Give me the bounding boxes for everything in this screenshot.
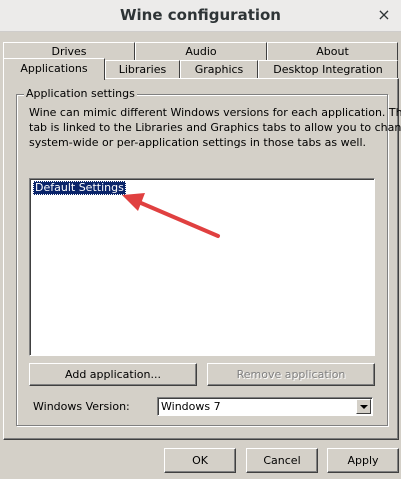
list-item-default-settings[interactable]: Default Settings xyxy=(33,181,126,195)
tab-graphics[interactable]: Graphics xyxy=(180,60,258,78)
description-text: Wine can mimic different Windows version… xyxy=(29,105,401,150)
title-bar: Wine configuration × xyxy=(0,0,401,32)
tab-audio[interactable]: Audio xyxy=(135,42,267,60)
ok-button[interactable]: OK xyxy=(164,448,236,473)
chevron-down-icon[interactable] xyxy=(356,399,371,414)
tab-desktop-integration[interactable]: Desktop Integration xyxy=(258,60,398,78)
description-line: system-wide or per-application settings … xyxy=(29,136,366,149)
tab-label: Graphics xyxy=(194,63,244,76)
windows-version-label: Windows Version: xyxy=(33,400,130,413)
button-label: Add application... xyxy=(65,368,161,381)
button-label: Apply xyxy=(347,454,379,467)
tab-libraries[interactable]: Libraries xyxy=(105,60,180,78)
tab-label: Audio xyxy=(185,45,217,58)
application-list[interactable]: Default Settings xyxy=(29,178,375,356)
cancel-button[interactable]: Cancel xyxy=(246,448,318,473)
tab-label: Libraries xyxy=(118,63,167,76)
windows-version-select[interactable]: Windows 7 xyxy=(157,397,373,416)
description-line: tab is linked to the Libraries and Graph… xyxy=(29,121,401,134)
add-application-button[interactable]: Add application... xyxy=(29,363,197,386)
button-label: Remove application xyxy=(236,368,346,381)
tab-label: Desktop Integration xyxy=(273,63,383,76)
button-label: Cancel xyxy=(263,454,301,467)
remove-application-button[interactable]: Remove application xyxy=(207,363,375,386)
window-title: Wine configuration xyxy=(120,6,281,24)
apply-button[interactable]: Apply xyxy=(327,448,399,473)
group-label: Application settings xyxy=(24,87,137,100)
windows-version-value: Windows 7 xyxy=(161,400,221,413)
tab-label: About xyxy=(316,45,349,58)
button-label: OK xyxy=(192,454,208,467)
tab-applications[interactable]: Applications xyxy=(3,58,105,80)
close-icon[interactable]: × xyxy=(375,6,393,24)
tab-label: Applications xyxy=(20,62,88,75)
description-line: Wine can mimic different Windows version… xyxy=(29,106,401,119)
tab-about[interactable]: About xyxy=(267,42,398,60)
